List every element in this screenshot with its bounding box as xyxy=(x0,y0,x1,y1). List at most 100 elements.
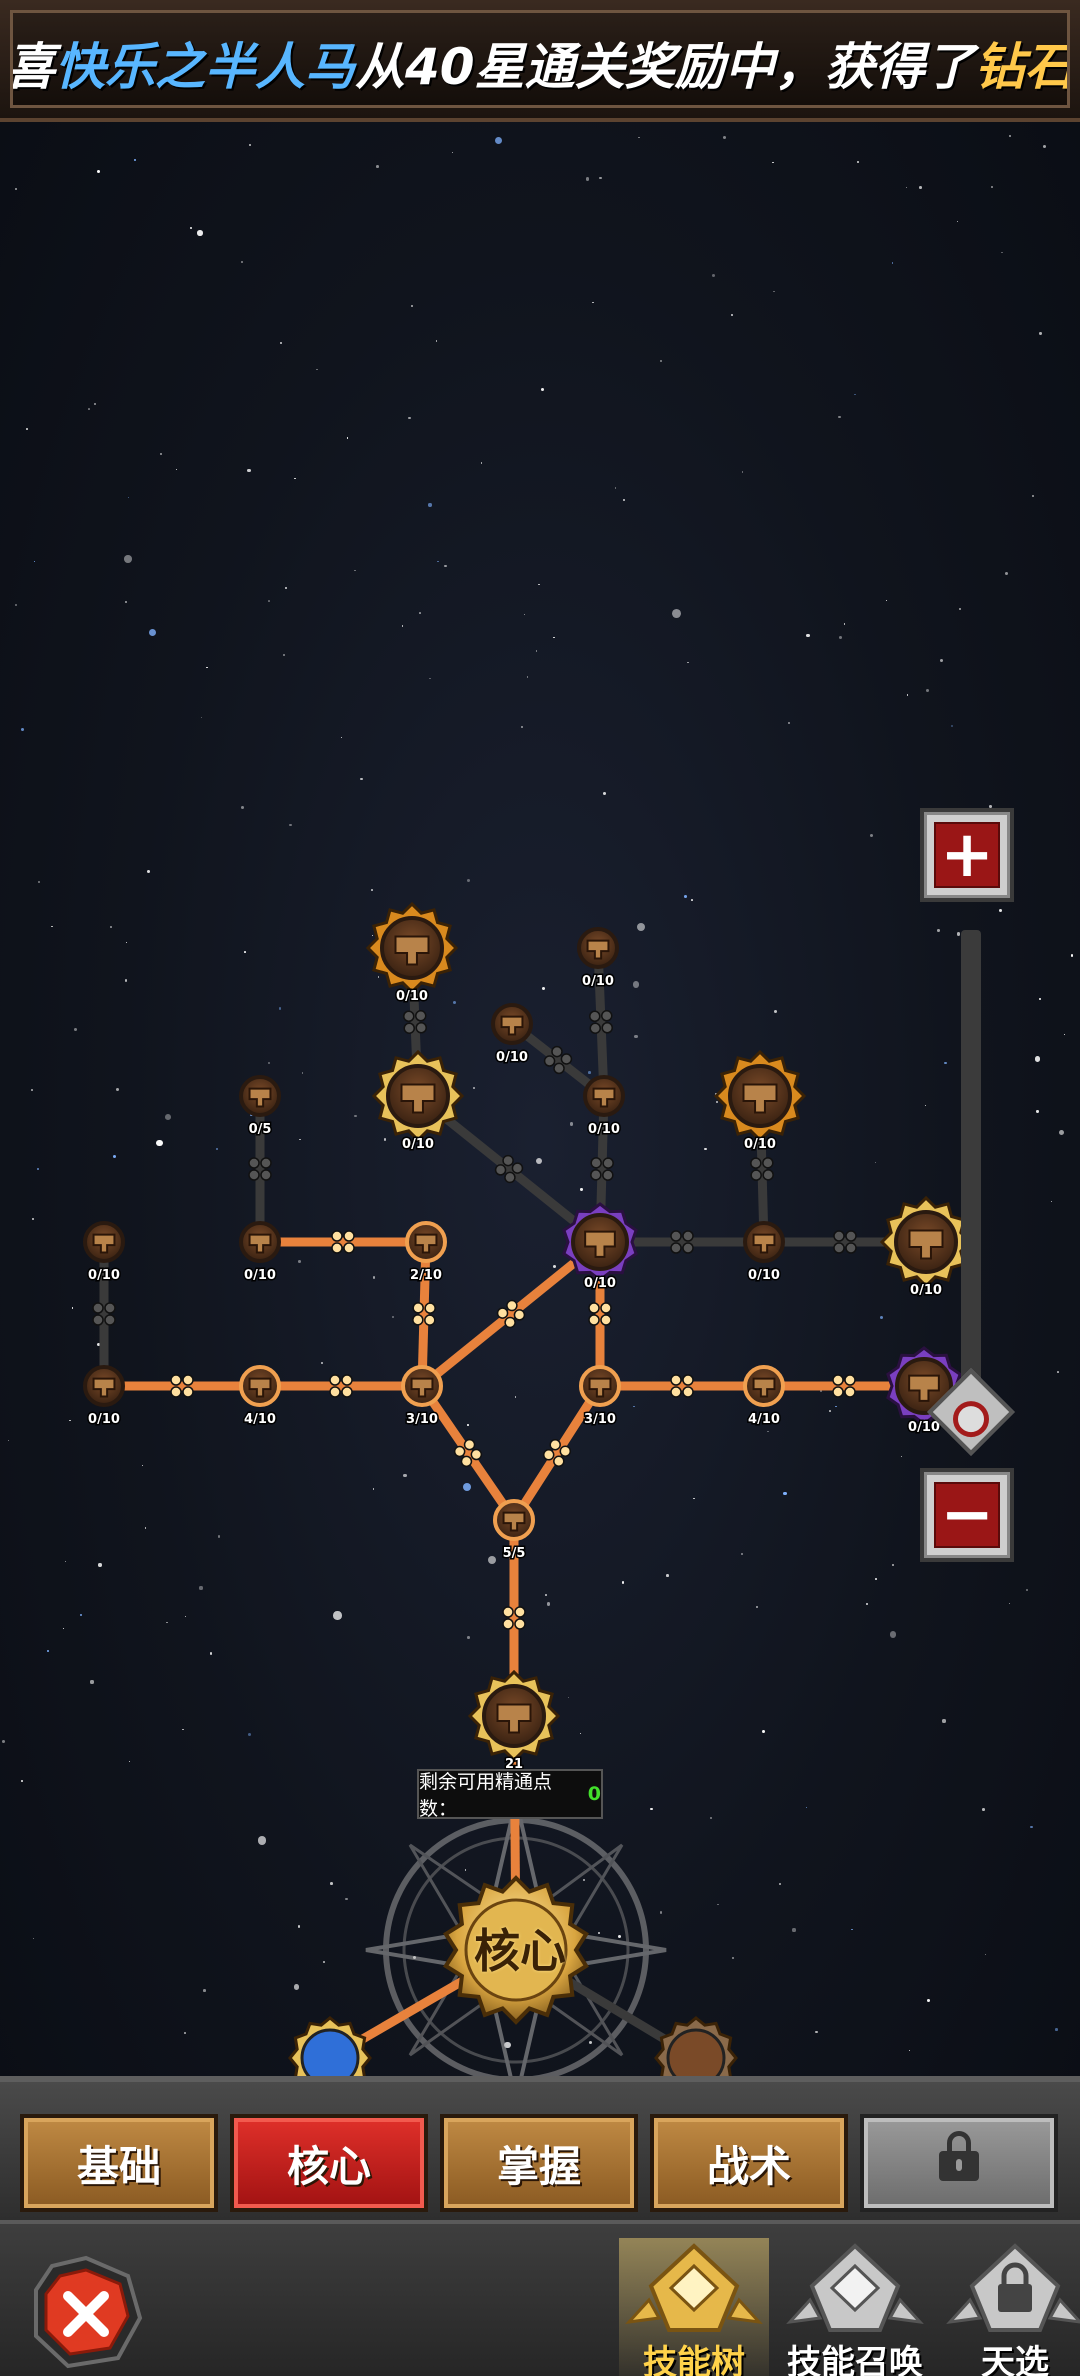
tab-tactics[interactable]: 战术 xyxy=(650,2114,848,2212)
link-connector xyxy=(833,1230,845,1242)
skill-node[interactable]: 0/10 xyxy=(371,1049,465,1154)
skill-node[interactable]: 0/10 xyxy=(365,901,459,1006)
link-connector xyxy=(504,1316,516,1329)
node-level-label: 2/10 xyxy=(410,1268,442,1283)
link-connector xyxy=(553,1455,565,1468)
link-connector xyxy=(670,1374,682,1386)
bottom-navigation: 技能树 技能召唤 天选 xyxy=(0,2220,1080,2376)
link-connector xyxy=(506,1299,518,1312)
skill-node[interactable]: 0/10 xyxy=(577,927,619,991)
link-connector xyxy=(502,1606,514,1618)
skill-node[interactable]: 0/10 xyxy=(562,1202,638,1293)
zoom-slider-track[interactable] xyxy=(961,930,981,1440)
zoom-in-button[interactable]: + xyxy=(920,808,1014,902)
nav-chosen-label: 天选 xyxy=(981,2343,1049,2376)
tab-core[interactable]: 核心 xyxy=(230,2114,428,2212)
close-button[interactable] xyxy=(28,2254,144,2370)
skill-tree: 0/10 0/10 0/10 0/5 0/10 0/10 0/10 0/10 0/10 2/10 0… xyxy=(83,901,973,2076)
link-connector xyxy=(551,1045,563,1058)
link-connector xyxy=(832,1374,844,1386)
link-connector xyxy=(553,1062,565,1075)
link-connector xyxy=(331,1242,343,1254)
link-connector xyxy=(182,1374,194,1386)
remaining-points-value: 0 xyxy=(587,1783,601,1805)
tab-basic-label: 基础 xyxy=(76,2141,161,2191)
link-connector xyxy=(600,1302,612,1314)
skill-node[interactable]: 3/10 xyxy=(579,1365,621,1429)
link-connector xyxy=(341,1374,353,1386)
nav-skill-summon[interactable]: 技能召唤 xyxy=(780,2238,930,2376)
skill-node[interactable]: 5/5 xyxy=(493,1499,535,1563)
nav-chosen[interactable]: 天选 xyxy=(940,2238,1080,2376)
skill-link xyxy=(417,1241,431,1387)
node-level-label: 0/10 xyxy=(748,1268,780,1283)
blue-skill-node[interactable] xyxy=(288,2016,372,2076)
link-connector xyxy=(502,1618,514,1630)
node-level-label: 5/5 xyxy=(503,1546,526,1561)
link-connector xyxy=(329,1386,341,1398)
link-connector xyxy=(833,1242,845,1254)
link-connector xyxy=(170,1374,182,1386)
link-connector xyxy=(511,1162,524,1174)
link-connector xyxy=(590,1157,602,1169)
skill-node[interactable]: 3/10 xyxy=(401,1365,443,1429)
link-connector xyxy=(602,1157,614,1169)
skill-node[interactable]: 0/10 xyxy=(239,1221,281,1285)
locked-skill-node[interactable] xyxy=(654,2016,738,2076)
node-level-label: 0/10 xyxy=(744,1137,776,1152)
lock-icon xyxy=(939,2131,979,2181)
skill-node[interactable]: 2/10 xyxy=(405,1221,447,1285)
link-connector xyxy=(844,1386,856,1398)
skill-node[interactable]: 4/10 xyxy=(743,1365,785,1429)
node-level-label: 3/10 xyxy=(406,1412,438,1427)
link-connector xyxy=(513,1309,526,1321)
link-connector xyxy=(104,1302,116,1314)
link-connector xyxy=(682,1386,694,1398)
node-level-label: 0/10 xyxy=(588,1122,620,1137)
link-connector xyxy=(248,1157,260,1169)
minus-icon: − xyxy=(940,1478,994,1552)
zoom-out-button[interactable]: − xyxy=(920,1468,1014,1562)
link-connector xyxy=(412,1314,424,1326)
skill-node[interactable]: 0/10 xyxy=(491,1003,533,1067)
skill-node[interactable]: 4/10 xyxy=(239,1365,281,1429)
node-level-label: 0/10 xyxy=(88,1268,120,1283)
node-level-label: 0/10 xyxy=(584,1276,616,1291)
tab-locked[interactable] xyxy=(860,2114,1058,2212)
link-connector xyxy=(170,1386,182,1398)
link-connector xyxy=(260,1157,272,1169)
node-level-label: 0/10 xyxy=(908,1420,940,1435)
node-level-label: 4/10 xyxy=(244,1412,276,1427)
tab-mastery[interactable]: 掌握 xyxy=(440,2114,638,2212)
skill-node[interactable]: 0/10 xyxy=(713,1049,807,1154)
link-connector xyxy=(670,1230,682,1242)
skill-node[interactable]: 0/5 xyxy=(239,1075,281,1139)
link-connector xyxy=(670,1386,682,1398)
link-connector xyxy=(682,1242,694,1254)
marquee-reward: 钻石×200 xyxy=(974,38,1070,96)
nav-skill-tree[interactable]: 技能树 xyxy=(619,2238,769,2376)
skill-node[interactable]: 21 xyxy=(467,1669,561,1774)
skill-node[interactable]: 0/10 xyxy=(583,1075,625,1139)
skill-node[interactable]: 0/10 xyxy=(83,1221,125,1285)
link-connector xyxy=(460,1455,473,1468)
link-connector xyxy=(343,1242,355,1254)
link-connector xyxy=(832,1386,844,1398)
link-connector xyxy=(343,1230,355,1242)
remaining-points-box: 剩余可用精通点数： 0 xyxy=(417,1769,603,1820)
skill-node[interactable]: 0/10 xyxy=(83,1365,125,1429)
skill-node[interactable]: 0/10 xyxy=(743,1221,785,1285)
link-connector xyxy=(589,1022,601,1034)
link-connector xyxy=(424,1314,436,1326)
core-node-label: 核心 xyxy=(474,1924,566,1978)
link-connector xyxy=(588,1314,600,1326)
skill-link xyxy=(593,947,609,1097)
link-connector xyxy=(403,1022,415,1034)
skill-node[interactable]: 0/10 xyxy=(879,1195,973,1300)
skill-link xyxy=(510,1383,604,1523)
link-connector xyxy=(424,1302,436,1314)
tab-basic[interactable]: 基础 xyxy=(20,2114,218,2212)
tab-mastery-label: 掌握 xyxy=(496,2141,581,2191)
tab-tactics-label: 战术 xyxy=(706,2141,791,2191)
link-connector xyxy=(601,1022,613,1034)
